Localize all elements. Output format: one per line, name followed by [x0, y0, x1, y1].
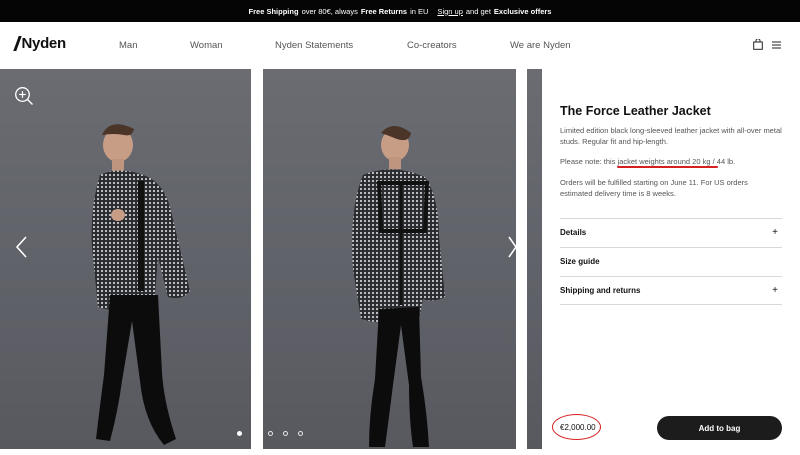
nav-item-man[interactable]: Man: [119, 40, 137, 51]
plus-icon: +: [772, 227, 778, 238]
promo-bar: Free Shipping over 80€, always Free Retu…: [0, 0, 800, 22]
accordion-details-label: Details: [560, 228, 587, 237]
accordion-shipping-returns[interactable]: Shipping and returns +: [560, 276, 782, 304]
model-back-figure: [352, 126, 445, 447]
promo-free-shipping: Free Shipping: [248, 6, 299, 16]
signup-link[interactable]: Sign up: [437, 7, 462, 16]
gallery-dot-1[interactable]: [237, 431, 242, 436]
model-front-figure: [91, 124, 190, 445]
nav-item-we-are-nyden[interactable]: We are Nyden: [510, 40, 571, 51]
main-nav: Nyden Man Woman Nyden Statements Co-crea…: [0, 22, 800, 69]
menu-icon[interactable]: [772, 41, 781, 49]
chevron-right-icon[interactable]: [507, 235, 516, 259]
product-title: The Force Leather Jacket: [560, 104, 711, 118]
divider: [560, 304, 782, 305]
logo-text: Nyden: [21, 35, 67, 52]
promo-free-returns: Free Returns: [360, 6, 408, 16]
bag-icon[interactable]: [753, 39, 763, 50]
promo-exclusive: Exclusive offers: [493, 6, 552, 16]
product-photo-next: [527, 69, 542, 449]
logo[interactable]: Nyden: [13, 35, 67, 52]
gallery-dot-4[interactable]: [298, 431, 303, 436]
weight-note-value: weights around 20 kg: [639, 157, 711, 166]
orders-note: Orders will be fulfilled starting on Jun…: [560, 178, 748, 198]
weight-note-suffix: / 44 lb.: [712, 157, 736, 166]
logo-slash-icon: [13, 36, 22, 51]
plus-icon: +: [772, 285, 778, 296]
product-photo-back[interactable]: [263, 69, 516, 449]
promo-in-eu: in EU: [410, 6, 429, 16]
gallery-dot-3[interactable]: [283, 431, 288, 436]
product-photo-front[interactable]: [0, 69, 251, 449]
accordion-size-guide[interactable]: Size guide: [560, 247, 782, 275]
chevron-left-icon[interactable]: [14, 235, 28, 259]
add-to-bag-button[interactable]: Add to bag: [657, 416, 782, 440]
nav-item-co-creators[interactable]: Co-creators: [407, 40, 457, 51]
accordion-details[interactable]: Details +: [560, 218, 782, 246]
promo-and-get: and get: [465, 6, 491, 16]
nav-item-woman[interactable]: Woman: [190, 40, 223, 51]
accordion-shipping-label: Shipping and returns: [560, 286, 641, 295]
promo-over-text: over 80€, always: [301, 6, 358, 16]
accordion-size-guide-label: Size guide: [560, 257, 600, 266]
price-highlight-circle: [552, 414, 601, 440]
product-description: Limited edition black long-sleeved leath…: [560, 126, 782, 146]
nav-item-nyden-statements[interactable]: Nyden Statements: [275, 40, 353, 51]
weight-highlight-underline: [617, 166, 718, 168]
weight-note-prefix: Please note: this jacket: [560, 157, 638, 166]
gallery-dot-2[interactable]: [268, 431, 273, 436]
zoom-in-icon[interactable]: [14, 86, 34, 106]
